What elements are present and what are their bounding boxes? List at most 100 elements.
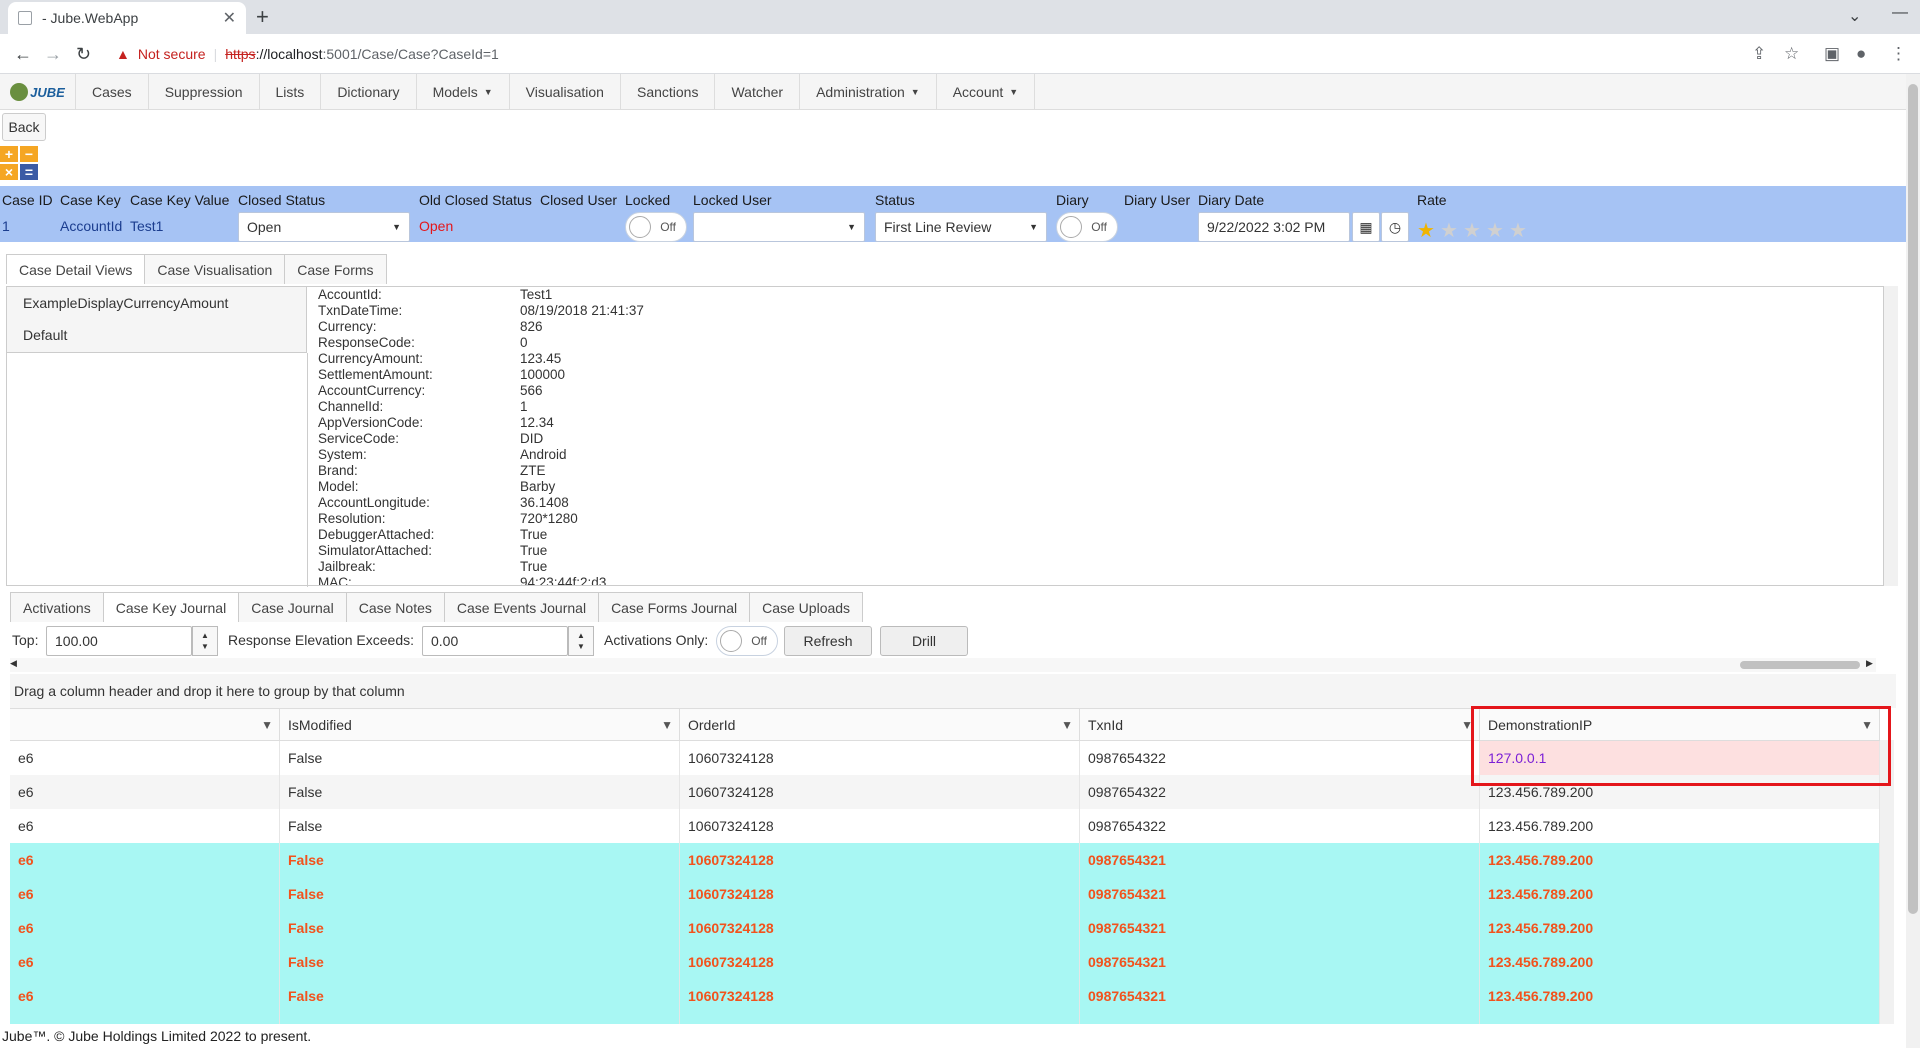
profile-icon[interactable]: ● [1856, 44, 1866, 64]
activations-only-toggle[interactable]: Off [716, 626, 778, 656]
back-arrow-icon[interactable]: ← [14, 44, 32, 65]
diary-date-input[interactable]: 9/22/2022 3:02 PM [1198, 212, 1350, 242]
table-row[interactable]: e6 False 10607324128 0987654322 123.456.789.… [10, 809, 1880, 843]
close-tab-icon[interactable]: ✕ [223, 8, 236, 28]
forward-arrow-icon[interactable]: → [44, 44, 62, 65]
tab-search-icon[interactable]: ⌄ [1848, 6, 1861, 26]
menu-icon[interactable]: ⋮ [1890, 44, 1907, 64]
table-cell[interactable]: 10607324128 [680, 775, 1080, 809]
nav-visualisation[interactable]: Visualisation [510, 74, 621, 110]
table-cell[interactable]: e6 [10, 1013, 280, 1024]
reload-icon[interactable]: ↻ [76, 44, 91, 65]
table-cell[interactable]: 10607324128 [680, 877, 1080, 911]
table-cell[interactable]: False [280, 741, 680, 775]
bookmark-star-icon[interactable]: ☆ [1784, 44, 1799, 64]
status-dropdown[interactable]: First Line Review ▼ [875, 212, 1047, 242]
nav-dictionary[interactable]: Dictionary [321, 74, 417, 110]
table-cell[interactable]: e6 [10, 809, 280, 843]
tab-activations[interactable]: Activations [10, 592, 104, 622]
clock-icon[interactable]: ◷ [1381, 212, 1409, 242]
table-cell[interactable]: False [280, 911, 680, 945]
elevation-input[interactable]: 0.00 [422, 626, 568, 656]
table-cell[interactable]: e6 [10, 877, 280, 911]
table-cell[interactable]: 0987654321 [1080, 1013, 1480, 1024]
table-cell[interactable]: e6 [10, 911, 280, 945]
table-cell[interactable]: e6 [10, 775, 280, 809]
table-cell[interactable]: 123.456.789.200 [1480, 911, 1880, 945]
table-cell[interactable]: 10607324128 [680, 1013, 1080, 1024]
filter-icon[interactable]: ▼ [1061, 718, 1073, 732]
table-cell[interactable]: 0987654321 [1080, 877, 1480, 911]
star-icon-5[interactable]: ★ [1509, 218, 1527, 243]
tab-case-detail-views[interactable]: Case Detail Views [6, 254, 146, 284]
diary-toggle[interactable]: Off [1056, 212, 1118, 242]
table-cell[interactable]: 0987654321 [1080, 945, 1480, 979]
star-icon-3[interactable]: ★ [1463, 218, 1481, 243]
table-cell[interactable]: 0987654322 [1080, 809, 1480, 843]
table-cell[interactable]: False [280, 945, 680, 979]
star-icon-4[interactable]: ★ [1486, 218, 1504, 243]
tab-case-forms[interactable]: Case Forms [284, 254, 387, 284]
table-cell[interactable]: False [280, 877, 680, 911]
minimize-icon[interactable]: — [1892, 4, 1908, 22]
table-cell[interactable]: 0987654322 [1080, 775, 1480, 809]
table-cell[interactable]: 0987654321 [1080, 979, 1480, 1013]
table-cell[interactable]: e6 [10, 741, 280, 775]
table-cell[interactable]: 0987654322 [1080, 741, 1480, 775]
table-cell[interactable]: 0987654321 [1080, 843, 1480, 877]
table-cell[interactable]: 123.456.789.200 [1480, 843, 1880, 877]
table-row[interactable]: e6False106073241280987654321123.456.789.… [10, 911, 1880, 945]
refresh-button[interactable]: Refresh [784, 626, 872, 656]
nav-sanctions[interactable]: Sanctions [621, 74, 716, 110]
locked-toggle[interactable]: Off [625, 212, 687, 242]
nav-watcher[interactable]: Watcher [715, 74, 801, 110]
browser-tab[interactable]: - Jube.WebApp ✕ [8, 2, 246, 34]
calendar-icon[interactable]: ▦ [1352, 212, 1380, 242]
calculator-icon[interactable]: + − × = [0, 146, 38, 180]
table-cell[interactable]: 10607324128 [680, 979, 1080, 1013]
group-drop-area[interactable]: Drag a column header and drop it here to… [10, 674, 1896, 708]
closed-status-dropdown[interactable]: Open ▼ [238, 212, 410, 242]
side-panel-icon[interactable]: ▣ [1824, 44, 1840, 64]
table-cell[interactable]: e6 [10, 945, 280, 979]
filter-icon[interactable]: ▼ [661, 718, 673, 732]
table-cell[interactable]: 10607324128 [680, 945, 1080, 979]
table-cell[interactable]: 10607324128 [680, 809, 1080, 843]
table-row[interactable]: e6False106073241280987654321123.456.789.… [10, 945, 1880, 979]
table-cell[interactable]: 123.456.789.200 [1480, 945, 1880, 979]
url-field[interactable]: ▲ Not secure | https://localhost:5001/Ca… [106, 38, 1826, 70]
column-header-txnid[interactable]: TxnId ▼ [1080, 709, 1480, 741]
table-cell[interactable]: 10607324128 [680, 843, 1080, 877]
tab-case-uploads[interactable]: Case Uploads [749, 592, 864, 622]
table-row[interactable]: e6False106073241280987654321123.456.789.… [10, 1013, 1880, 1024]
scroll-thumb[interactable] [1740, 661, 1860, 669]
share-icon[interactable]: ⇪ [1752, 44, 1766, 64]
table-cell[interactable]: 10607324128 [680, 741, 1080, 775]
view-item[interactable]: ExampleDisplayCurrencyAmount [7, 287, 306, 319]
table-cell[interactable]: 123.456.789.200 [1480, 1013, 1880, 1024]
new-tab-button[interactable]: + [256, 4, 269, 30]
nav-lists[interactable]: Lists [260, 74, 322, 110]
table-cell[interactable]: False [280, 775, 680, 809]
table-cell[interactable]: False [280, 809, 680, 843]
table-cell[interactable]: e6 [10, 979, 280, 1013]
scroll-left-icon[interactable]: ◀ [10, 658, 17, 669]
drill-button[interactable]: Drill [880, 626, 968, 656]
nav-account[interactable]: Account ▼ [937, 74, 1036, 110]
tab-case-visualisation[interactable]: Case Visualisation [144, 254, 286, 284]
table-cell[interactable]: 123.456.789.200 [1480, 809, 1880, 843]
nav-cases[interactable]: Cases [76, 74, 149, 110]
scroll-right-icon[interactable]: ▶ [1866, 658, 1873, 669]
grid-horizontal-scrollbar[interactable]: ◀ ▶ [10, 658, 1876, 672]
table-cell[interactable]: False [280, 1013, 680, 1024]
tab-case-forms-journal[interactable]: Case Forms Journal [598, 592, 751, 622]
filter-icon[interactable]: ▼ [261, 718, 273, 732]
table-cell[interactable]: 123.456.789.200 [1480, 877, 1880, 911]
table-cell[interactable]: 0987654321 [1080, 911, 1480, 945]
back-button[interactable]: Back [2, 113, 46, 141]
tab-case-key-journal[interactable]: Case Key Journal [102, 592, 240, 622]
top-input[interactable]: 100.00 [46, 626, 192, 656]
detail-scrollbar[interactable] [1884, 286, 1898, 586]
column-header[interactable]: ▼ [10, 709, 280, 741]
nav-models[interactable]: Models ▼ [417, 74, 510, 110]
